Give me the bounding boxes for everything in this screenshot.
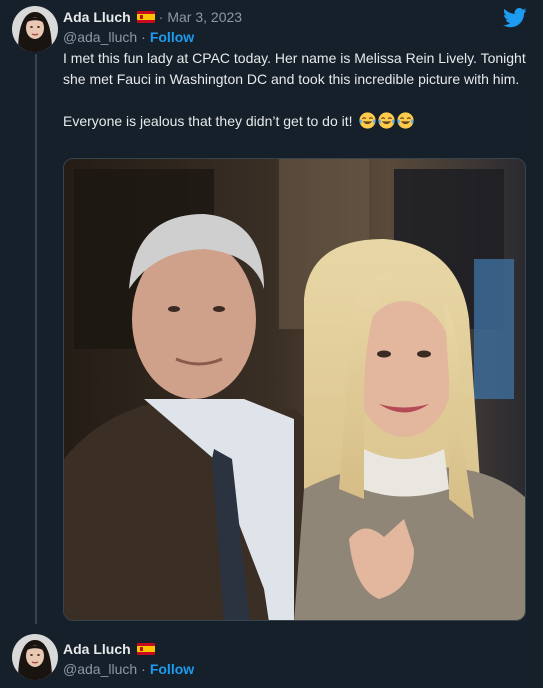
handle-separator: · [141,661,146,677]
face-with-tears-of-joy-icon [396,112,414,129]
avatar[interactable] [12,6,58,52]
tweet-date-separator: · [158,9,164,25]
avatar[interactable] [12,634,58,680]
author-handle[interactable]: @ada_lluch [63,29,137,45]
author-name[interactable]: Ada Lluch [63,9,131,25]
tweet-body: I met this fun lady at CPAC today. Her n… [63,48,533,132]
follow-button[interactable]: Follow [150,29,194,45]
reply-header: Ada Lluch @ada_lluch · Follow [63,640,194,680]
author-name[interactable]: Ada Lluch [63,641,131,657]
twitter-bird-icon[interactable] [503,8,527,28]
handle-separator: · [141,29,146,45]
tweet-photo[interactable] [63,158,526,621]
tweet-paragraph: Everyone is jealous that they didn’t get… [63,113,353,129]
tweet-paragraph: I met this fun lady at CPAC today. Her n… [63,50,526,87]
tweet-header: Ada Lluch · Mar 3, 2023 @ada_lluch · Fol… [63,8,242,48]
spain-flag-icon [136,11,155,23]
tweet-card: Ada Lluch · Mar 3, 2023 @ada_lluch · Fol… [0,0,543,688]
face-with-tears-of-joy-icon [358,112,376,129]
author-handle[interactable]: @ada_lluch [63,661,137,677]
spain-flag-icon [136,643,155,655]
tweet-date[interactable]: Mar 3, 2023 [167,9,242,25]
tweet-paragraph-with-emojis: Everyone is jealous that they didn’t get… [63,111,533,132]
follow-button[interactable]: Follow [150,661,194,677]
face-with-tears-of-joy-icon [377,112,395,129]
thread-connector-line [35,54,37,624]
